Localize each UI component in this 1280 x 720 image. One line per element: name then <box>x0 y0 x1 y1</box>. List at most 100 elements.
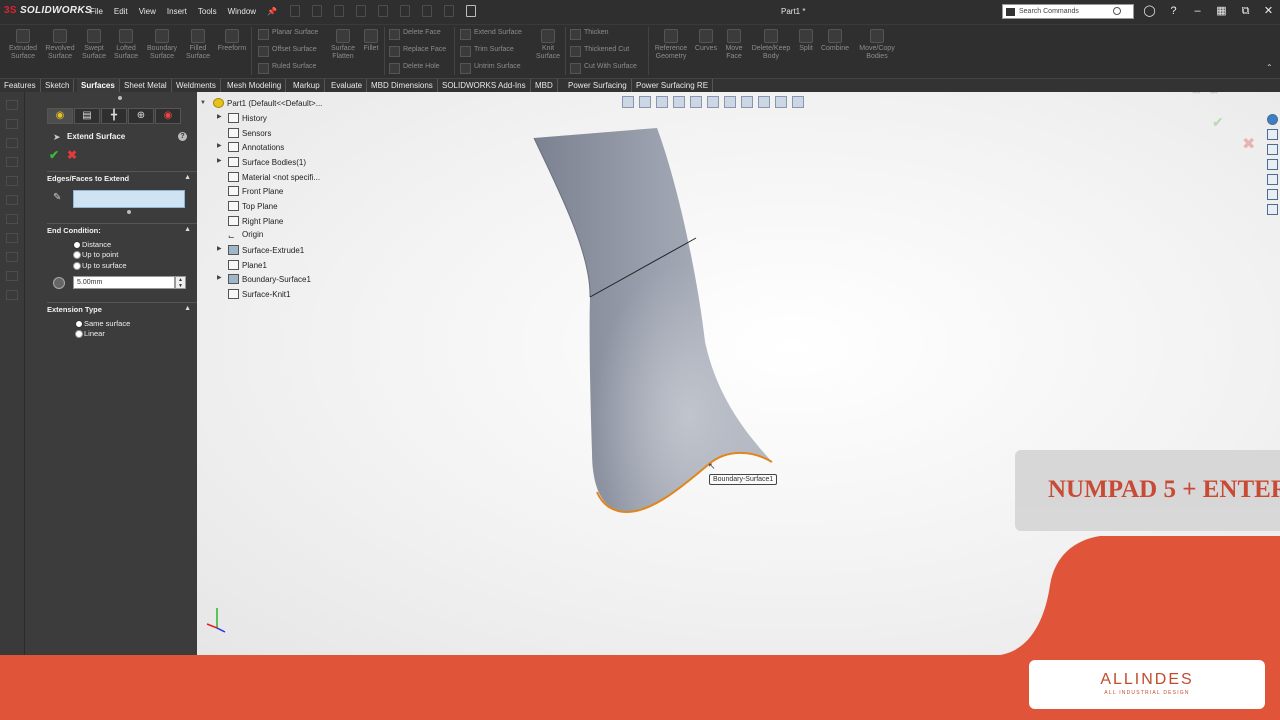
tab-mbd[interactable]: MBD <box>531 79 558 93</box>
collapse-caret-icon[interactable]: ▲ <box>184 226 191 233</box>
collapse-ribbon-icon[interactable]: ⌃ <box>1266 63 1273 72</box>
reference-geometry-button[interactable]: Reference Geometry <box>652 25 690 61</box>
file-props-icon[interactable] <box>444 5 454 17</box>
design-library-icon[interactable] <box>1267 129 1278 140</box>
graphics-area[interactable]: ▼ Part1 (Default<<Default>... ▶ History S… <box>197 92 1280 655</box>
menu-insert[interactable]: Insert <box>167 7 187 16</box>
revolved-surface-button[interactable]: Revolved Surface <box>43 25 77 61</box>
file-explorer-icon[interactable] <box>1267 144 1278 155</box>
tab-sheet-metal[interactable]: Sheet Metal <box>120 79 172 93</box>
minimize-icon[interactable]: – <box>1191 5 1204 18</box>
resize-handle-icon[interactable] <box>127 210 131 214</box>
tab-features[interactable]: Features <box>0 79 41 93</box>
menu-file[interactable]: File <box>90 7 103 16</box>
help-icon[interactable]: ? <box>1167 5 1180 18</box>
knit-surface-button[interactable]: Knit Surface <box>532 25 564 61</box>
dimxpert-tab-icon[interactable]: ⊕ <box>128 108 154 124</box>
extruded-surface-button[interactable]: Extruded Surface <box>6 25 40 61</box>
tab-weldments[interactable]: Weldments <box>172 79 221 93</box>
tool-icon[interactable] <box>6 176 18 186</box>
ok-check-icon[interactable]: ✔ <box>49 148 59 162</box>
view-palette-icon[interactable] <box>1267 159 1278 170</box>
tab-evaluate[interactable]: Evaluate <box>327 79 368 93</box>
new-icon[interactable] <box>312 5 322 17</box>
home-icon[interactable] <box>290 5 300 17</box>
menu-window[interactable]: Window <box>228 7 256 16</box>
radio-linear[interactable]: Linear <box>75 329 105 338</box>
replace-face-button[interactable]: Replace Face <box>387 46 446 57</box>
solidworks-resources-icon[interactable] <box>1267 114 1278 125</box>
radio-up-to-point[interactable]: Up to point <box>73 250 118 259</box>
model-surface[interactable] <box>197 92 1280 655</box>
delete-keep-body-button[interactable]: Delete/Keep Body <box>748 25 794 61</box>
rebuild-icon[interactable] <box>422 5 432 17</box>
edges-faces-selection-box[interactable] <box>73 190 185 208</box>
confirm-corner-cancel-icon[interactable]: ✖ <box>1242 134 1255 154</box>
search-icon[interactable] <box>1113 7 1121 15</box>
section-edges-faces[interactable]: Edges/Faces to Extend ▲ <box>47 174 195 183</box>
tab-sketch[interactable]: Sketch <box>41 79 75 93</box>
custom-properties-icon[interactable] <box>1267 189 1278 200</box>
thicken-button[interactable]: Thicken <box>568 29 609 40</box>
trim-surface-button[interactable]: Trim Surface <box>458 46 514 57</box>
feature-manager-tab-icon[interactable]: ◉ <box>47 108 73 124</box>
move-face-button[interactable]: Move Face <box>722 25 746 61</box>
surface-flatten-button[interactable]: Surface Flatten <box>326 25 360 61</box>
section-end-condition[interactable]: End Condition: ▲ <box>47 226 195 235</box>
tab-power-surfacing-re[interactable]: Power Surfacing RE <box>632 79 714 93</box>
configuration-manager-tab-icon[interactable]: ╋ <box>101 108 127 124</box>
help-icon[interactable]: ? <box>178 132 187 141</box>
extend-surface-button[interactable]: Extend Surface <box>458 29 522 40</box>
tool-icon[interactable] <box>6 157 18 167</box>
ruled-surface-button[interactable]: Ruled Surface <box>256 63 316 74</box>
cut-with-surface-button[interactable]: Cut With Surface <box>568 63 637 74</box>
tool-icon[interactable] <box>6 233 18 243</box>
print-icon[interactable] <box>356 5 366 17</box>
planar-surface-button[interactable]: Planar Surface <box>256 29 318 40</box>
panel-grip-icon[interactable] <box>118 96 122 100</box>
radio-same-surface[interactable]: Same surface <box>75 319 130 328</box>
tab-mbd-dimensions[interactable]: MBD Dimensions <box>367 79 438 93</box>
tab-mesh-modeling[interactable]: Mesh Modeling <box>223 79 287 93</box>
radio-distance[interactable]: Distance <box>73 240 111 249</box>
offset-surface-button[interactable]: Offset Surface <box>256 46 317 57</box>
curves-button[interactable]: Curves <box>692 25 720 53</box>
menu-view[interactable]: View <box>139 7 156 16</box>
confirm-corner-ok-icon[interactable]: ✔ <box>1212 114 1224 131</box>
undo-icon[interactable] <box>378 5 388 17</box>
display-manager-tab-icon[interactable]: ◉ <box>155 108 181 124</box>
fillet-button[interactable]: Fillet <box>360 25 382 53</box>
menu-tools[interactable]: Tools <box>198 7 217 16</box>
combine-button[interactable]: Combine <box>818 25 852 53</box>
boundary-surface-button[interactable]: Boundary Surface <box>144 25 180 61</box>
delete-face-button[interactable]: Delete Face <box>387 29 441 40</box>
search-commands-input[interactable]: Search Commands <box>1002 4 1134 19</box>
pin-icon[interactable]: 📌 <box>267 7 277 16</box>
filled-surface-button[interactable]: Filled Surface <box>183 25 213 61</box>
property-manager-tab-icon[interactable]: ▤ <box>74 108 100 124</box>
lofted-surface-button[interactable]: Lofted Surface <box>111 25 141 61</box>
close-icon[interactable]: ✕ <box>1262 5 1275 18</box>
tool-icon[interactable] <box>6 195 18 205</box>
appearances-icon[interactable] <box>1267 174 1278 185</box>
menu-edit[interactable]: Edit <box>114 7 128 16</box>
untrim-surface-button[interactable]: Untrim Surface <box>458 63 521 74</box>
forum-icon[interactable] <box>1267 204 1278 215</box>
distance-input[interactable]: 5.00mm <box>73 276 175 289</box>
collapse-caret-icon[interactable]: ▲ <box>184 305 191 312</box>
tool-icon[interactable] <box>6 214 18 224</box>
user-icon[interactable]: ◯ <box>1143 5 1156 18</box>
swept-surface-button[interactable]: Swept Surface <box>79 25 109 61</box>
tool-icon[interactable] <box>6 138 18 148</box>
collapse-caret-icon[interactable]: ▲ <box>184 174 191 181</box>
tab-solidworks-add-ins[interactable]: SOLIDWORKS Add-Ins <box>438 79 531 93</box>
options-icon[interactable] <box>466 5 476 17</box>
tool-icon[interactable] <box>6 271 18 281</box>
tab-surfaces[interactable]: Surfaces <box>77 79 120 93</box>
thickened-cut-button[interactable]: Thickened Cut <box>568 46 629 57</box>
tool-icon[interactable] <box>6 100 18 110</box>
tab-markup[interactable]: Markup <box>289 79 325 93</box>
split-button[interactable]: Split <box>795 25 817 53</box>
freeform-button[interactable]: Freeform <box>215 25 249 53</box>
section-extension-type[interactable]: Extension Type ▲ <box>47 305 195 314</box>
